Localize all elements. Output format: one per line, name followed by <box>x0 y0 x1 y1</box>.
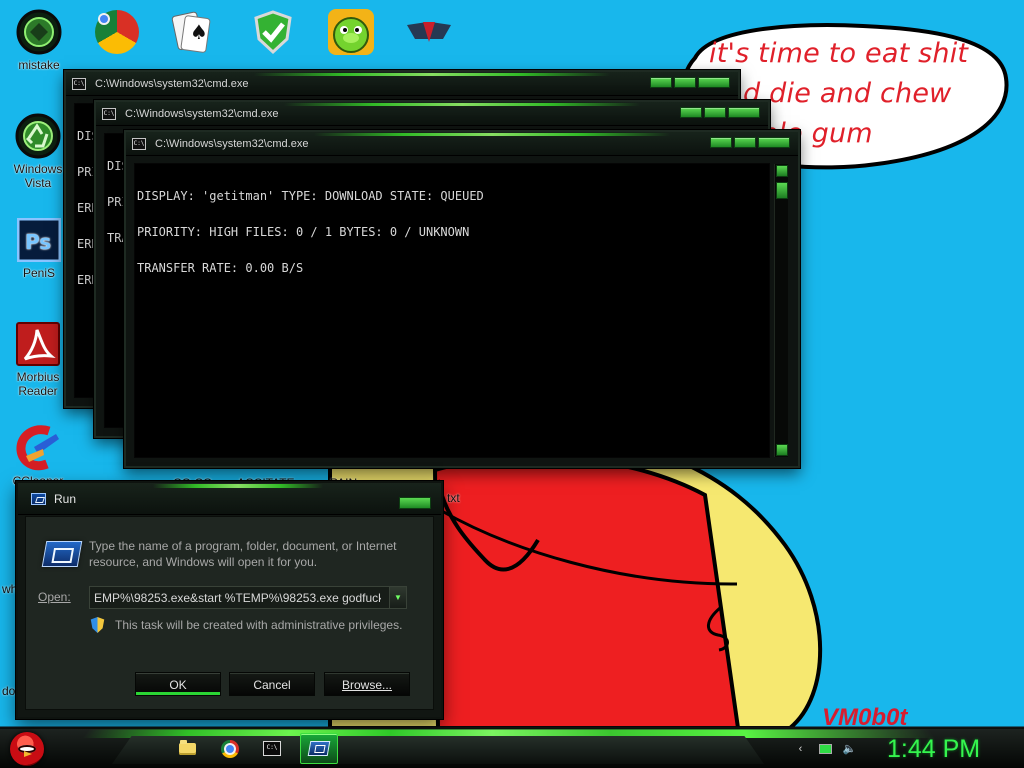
close-button[interactable] <box>758 137 790 148</box>
cmd-window-title: C:\Windows\system32\cmd.exe <box>125 107 279 120</box>
winged-emblem-icon <box>405 8 453 56</box>
cmd-window-titlebar[interactable]: C:\ C:\Windows\system32\cmd.exe <box>66 72 738 96</box>
cmd-window-title: C:\Windows\system32\cmd.exe <box>95 77 249 90</box>
admin-privileges-text: This task will be created with administr… <box>115 618 403 632</box>
scroll-down-button[interactable] <box>776 444 788 456</box>
scroll-up-button[interactable] <box>776 165 788 177</box>
uac-shield-icon <box>90 617 105 633</box>
open-label: Open: <box>38 590 71 604</box>
desktop-icon-chrome[interactable] <box>82 8 152 58</box>
cmd-output-line: DISPLAY: 'getitman' TYPE: DOWNLOAD STATE… <box>137 189 484 203</box>
maximize-button[interactable] <box>704 107 726 118</box>
ok-button[interactable]: OK <box>135 672 221 696</box>
green-shield-icon <box>249 8 297 56</box>
maximize-button[interactable] <box>674 77 696 88</box>
cancel-button[interactable]: Cancel <box>229 672 315 696</box>
command-prompt-icon: C:\ <box>263 741 281 756</box>
chrome-icon <box>221 739 239 758</box>
minimize-button[interactable] <box>650 77 672 88</box>
network-icon-shape <box>819 743 832 754</box>
svg-text:Ps: Ps <box>25 230 51 254</box>
wallpaper-red-cap <box>432 454 741 730</box>
cmd-window-titlebar[interactable]: C:\ C:\Windows\system32\cmd.exe <box>126 132 798 156</box>
maximize-button[interactable] <box>734 137 756 148</box>
cmd-scrollbar[interactable] <box>774 164 788 457</box>
browse-button[interactable]: Browse... <box>324 672 410 696</box>
taskbar-run-dialog-button[interactable] <box>300 733 338 764</box>
green-recycle-orb-icon <box>14 112 62 160</box>
cmd-output-line: PRIORITY: HIGH FILES: 0 / 1 BYTES: 0 / U… <box>137 225 470 239</box>
chevron-left-icon[interactable]: ‹ <box>793 741 808 756</box>
desktop-icon-mistake[interactable]: mistake <box>4 8 74 72</box>
cmd-output[interactable]: DISPLAY: 'getitman' TYPE: DOWNLOAD STATE… <box>134 163 770 458</box>
photoshop-icon: Ps <box>15 216 63 264</box>
desktop-icon-emblem[interactable] <box>394 8 464 58</box>
desktop-icon-label: Windows Vista <box>13 162 63 190</box>
taskbar <box>0 728 1024 768</box>
run-dialog-icon <box>31 492 46 505</box>
desktop-icon-ccleaner[interactable]: CCleaner <box>3 424 73 488</box>
start-button[interactable] <box>10 732 44 766</box>
run-dialog[interactable]: Run Type the name of a program, folder, … <box>16 481 443 719</box>
chrome-icon <box>93 8 141 56</box>
run-description: Type the name of a program, folder, docu… <box>89 539 397 569</box>
ccleaner-icon <box>14 424 62 472</box>
desktop-icon-solitaire[interactable]: ♠ <box>154 8 224 58</box>
taskbar-clock[interactable]: 1:44 PM <box>887 733 980 765</box>
minimize-button[interactable] <box>710 137 732 148</box>
cmd-output-line: TRANSFER RATE: 0.00 B/S <box>137 261 304 275</box>
svg-text:♠: ♠ <box>190 20 208 44</box>
command-prompt-icon: C:\ <box>102 107 116 120</box>
run-dialog-icon <box>307 741 331 756</box>
cmd-window-title: C:\Windows\system32\cmd.exe <box>155 137 309 150</box>
open-command-input[interactable] <box>89 586 407 609</box>
window-controls <box>680 107 760 118</box>
taskbar-command-prompt-button[interactable]: C:\ <box>253 733 291 764</box>
green-metal-orb-icon <box>15 8 63 56</box>
desktop-icon-windows-vista[interactable]: Windows Vista <box>3 112 73 190</box>
partial-desktop-label: txt <box>447 491 460 505</box>
run-dialog-body: Type the name of a program, folder, docu… <box>25 516 434 710</box>
green-pig-game-icon <box>327 8 375 56</box>
run-dialog-title: Run <box>54 491 77 506</box>
taskbar-chrome-button[interactable] <box>211 733 249 764</box>
acrobat-reader-icon <box>14 320 62 368</box>
window-controls <box>650 77 730 88</box>
solitaire-cards-icon: ♠ <box>165 8 213 56</box>
cmd-window-titlebar[interactable]: C:\ C:\Windows\system32\cmd.exe <box>96 102 768 126</box>
folder-icon <box>178 739 196 755</box>
chevron-down-icon[interactable]: ▼ <box>389 587 406 608</box>
run-dialog-titlebar[interactable]: Run <box>18 483 441 515</box>
close-button[interactable] <box>698 77 730 88</box>
close-button[interactable] <box>728 107 760 118</box>
desktop-icon-shield[interactable] <box>238 8 308 58</box>
volume-icon[interactable]: 🔈 <box>842 741 857 756</box>
cmd-window-front[interactable]: C:\ C:\Windows\system32\cmd.exe DISPLAY:… <box>124 130 800 468</box>
scroll-thumb[interactable] <box>776 182 788 199</box>
desktop: it's time to eat shit and die and chew b… <box>0 0 1024 768</box>
desktop-icon-label: Morbius Reader <box>16 370 60 398</box>
taskbar-folder-button[interactable] <box>168 733 206 764</box>
close-button[interactable] <box>399 497 431 509</box>
admin-privileges-note: This task will be created with administr… <box>90 617 402 633</box>
run-program-icon <box>41 541 83 567</box>
chrome-logo-shape <box>95 10 139 54</box>
desktop-icon-morbius-reader[interactable]: Morbius Reader <box>3 320 73 398</box>
desktop-icon-pig-game[interactable] <box>316 8 386 58</box>
command-prompt-icon: C:\ <box>72 77 86 90</box>
command-prompt-icon: C:\ <box>132 137 146 150</box>
partial-desktop-label: do <box>2 684 16 698</box>
window-controls <box>710 137 790 148</box>
minimize-button[interactable] <box>680 107 702 118</box>
network-icon[interactable] <box>818 741 833 756</box>
